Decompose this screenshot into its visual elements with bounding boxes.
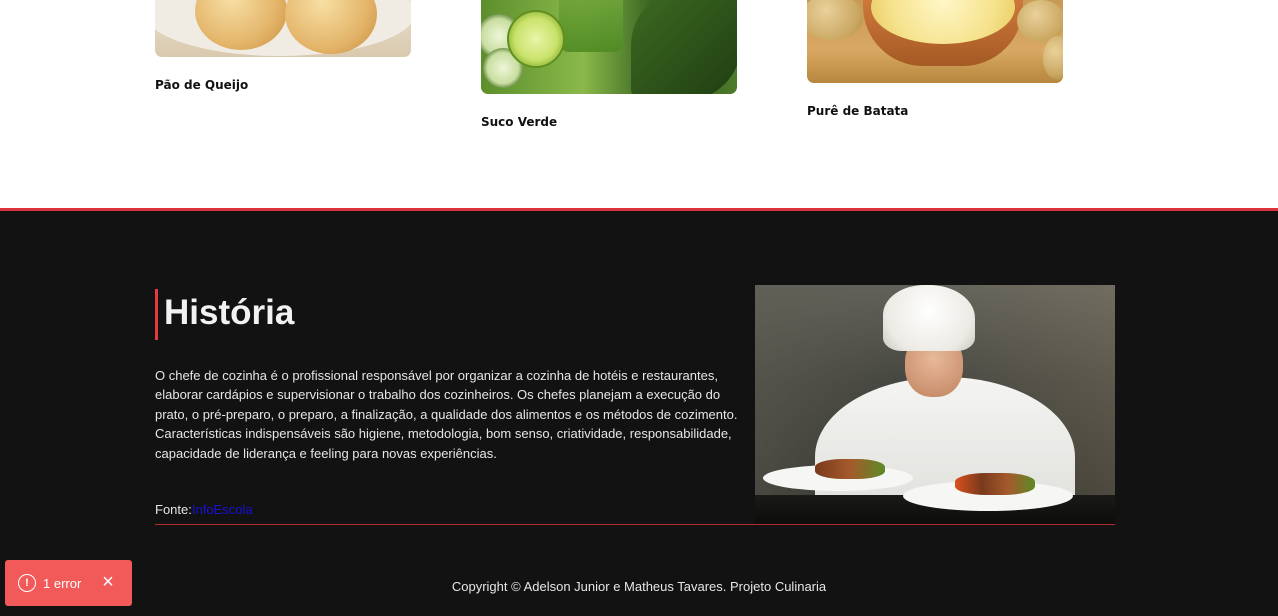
error-toast[interactable]: ! 1 error × — [5, 560, 132, 606]
recipe-card-pao-de-queijo[interactable]: Pão de Queijo — [155, 0, 411, 92]
recipe-title[interactable]: Suco Verde — [481, 115, 557, 129]
close-icon[interactable]: × — [99, 572, 117, 592]
chef-plating-image — [755, 285, 1115, 525]
recipe-title[interactable]: Pão de Queijo — [155, 78, 248, 92]
history-heading: História — [164, 293, 295, 332]
recipe-cards-section: Pão de Queijo Suco Verde Purê de Batata — [0, 0, 1278, 208]
heading-accent-bar — [155, 289, 158, 340]
history-bottom-line — [155, 524, 1115, 525]
recipe-card-pure-de-batata[interactable]: Purê de Batata — [807, 0, 1063, 118]
history-text: O chefe de cozinha é o profissional resp… — [155, 368, 738, 461]
source-link[interactable]: InfoEscola — [192, 502, 253, 517]
recipe-card-suco-verde[interactable]: Suco Verde — [481, 0, 737, 129]
pao-de-queijo-image[interactable] — [155, 0, 411, 57]
footer-copyright: Copyright © Adelson Junior e Matheus Tav… — [451, 579, 827, 594]
recipe-title[interactable]: Purê de Batata — [807, 104, 908, 118]
source-label: Fonte: — [155, 502, 192, 517]
error-icon: ! — [18, 574, 36, 592]
source-line: Fonte:InfoEscola — [155, 502, 253, 517]
pure-de-batata-image[interactable] — [807, 0, 1063, 83]
error-count-label[interactable]: 1 error — [43, 576, 81, 591]
suco-verde-image[interactable] — [481, 0, 737, 94]
